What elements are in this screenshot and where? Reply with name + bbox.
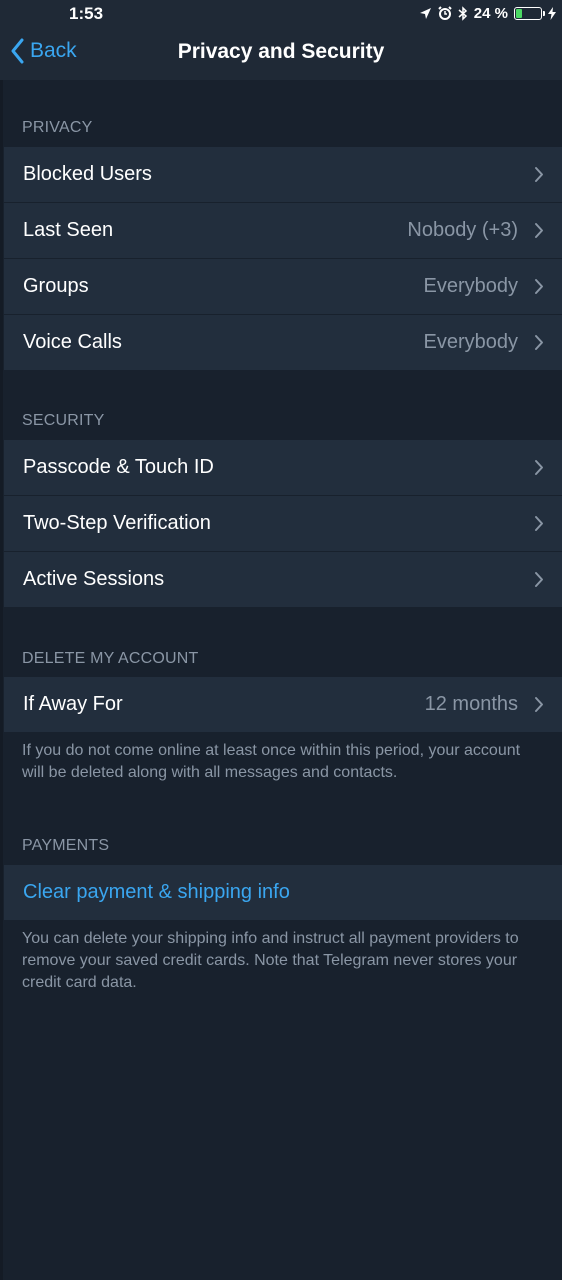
chevron-right-icon [535, 335, 543, 350]
row-label: Passcode & Touch ID [23, 456, 214, 478]
chevron-right-icon [535, 223, 543, 238]
alarm-icon [438, 6, 452, 20]
chevron-right-icon [535, 167, 543, 182]
charging-bolt-icon [548, 6, 556, 20]
privacy-group: Blocked Users Last Seen Nobody (+3) Grou… [4, 147, 562, 370]
payments-footnote: You can delete your shipping info and in… [22, 930, 519, 991]
status-time: 1:53 [69, 4, 104, 23]
row-label: Groups [23, 275, 89, 297]
security-group: Passcode & Touch ID Two-Step Verificatio… [4, 440, 562, 607]
bluetooth-icon [458, 5, 467, 21]
location-arrow-icon [419, 7, 431, 19]
battery-level [516, 8, 523, 18]
row-label: Voice Calls [23, 331, 122, 353]
section-header-security: SECURITY [22, 412, 105, 429]
row-active-sessions[interactable]: Active Sessions [4, 552, 562, 607]
battery-icon [514, 6, 545, 20]
row-passcode-touch-id[interactable]: Passcode & Touch ID [4, 440, 562, 496]
battery-percent: 24 % [473, 4, 508, 22]
left-edge [0, 80, 3, 1280]
row-label: Last Seen [23, 219, 114, 241]
row-value: Everybody [423, 331, 519, 353]
chevron-right-icon [535, 697, 543, 712]
status-icons: 24 % [419, 3, 556, 23]
row-value: Everybody [423, 275, 519, 297]
privacy-security-screen: 1:53 24 % Back Privacy and Security PRIV… [0, 0, 562, 1280]
row-label: If Away For [23, 693, 123, 715]
clear-payment-button[interactable]: Clear payment & shipping info [4, 865, 562, 920]
section-header-payments: PAYMENTS [22, 837, 110, 854]
delete-account-group: If Away For 12 months [4, 677, 562, 732]
chevron-right-icon [535, 460, 543, 475]
row-value: Nobody (+3) [407, 219, 518, 241]
payments-group: Clear payment & shipping info [4, 865, 562, 920]
row-value: 12 months [424, 693, 518, 715]
row-label: Blocked Users [23, 163, 152, 185]
row-label: Active Sessions [23, 568, 165, 590]
delete-account-footnote: If you do not come online at least once … [22, 742, 521, 781]
section-header-privacy: PRIVACY [22, 119, 93, 136]
row-last-seen[interactable]: Last Seen Nobody (+3) [4, 203, 562, 259]
chevron-right-icon [535, 279, 543, 294]
navigation-bar: 1:53 24 % Back Privacy and Security [0, 0, 562, 80]
row-voice-calls[interactable]: Voice Calls Everybody [4, 315, 562, 370]
page-title: Privacy and Security [177, 40, 385, 63]
section-header-delete-account: DELETE MY ACCOUNT [22, 650, 199, 667]
row-blocked-users[interactable]: Blocked Users [4, 147, 562, 203]
row-two-step-verification[interactable]: Two-Step Verification [4, 496, 562, 552]
clear-payment-label: Clear payment & shipping info [23, 881, 290, 903]
row-label: Two-Step Verification [23, 512, 211, 534]
row-groups[interactable]: Groups Everybody [4, 259, 562, 315]
chevron-right-icon [535, 516, 543, 531]
row-if-away-for[interactable]: If Away For 12 months [4, 677, 562, 732]
chevron-right-icon [535, 572, 543, 587]
